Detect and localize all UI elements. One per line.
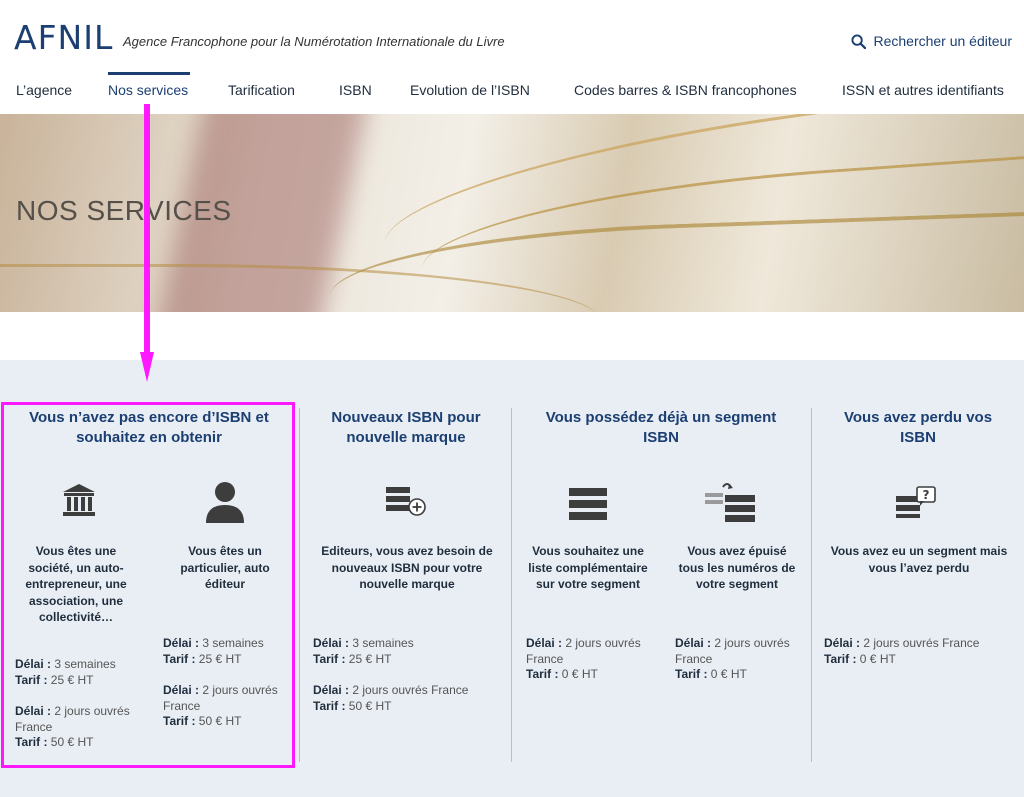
price-value: 0 € HT [561, 667, 598, 681]
price-label: Tarif : [313, 651, 346, 666]
annotation-arrow-icon [140, 104, 154, 382]
service-title-lost-isbn[interactable]: Vous avez perdu vos ISBN [830, 408, 1006, 448]
svg-text:?: ? [923, 488, 930, 502]
delay-value: 2 jours ouvrés France [863, 636, 980, 650]
delay-label: Délai : [526, 636, 563, 650]
annotation-highlight-box [1, 402, 295, 768]
price-value: 0 € HT [710, 667, 747, 681]
service-pricing: Délai : 2 jours ouvrés France Tarif : 0 … [526, 636, 656, 683]
nav-item-codes-barres[interactable]: Codes barres & ISBN francophones [574, 82, 797, 98]
service-pricing: Délai : 3 semaines Tarif : 25 € HT Délai… [313, 636, 493, 714]
price-value: 25 € HT [348, 651, 392, 666]
site-tagline: Agence Francophone pour la Numérotation … [123, 34, 505, 49]
delay-label: Délai : [824, 636, 861, 650]
delay-value: 2 jours ouvrés France [352, 683, 469, 697]
stack-refill-icon [703, 481, 757, 528]
price-label: Tarif : [526, 667, 559, 681]
nav-item-nos-services[interactable]: Nos services [108, 82, 188, 98]
delay-value: 3 semaines [352, 636, 414, 650]
service-description: Vous avez eu un segment mais vous l’avez… [830, 544, 1008, 575]
column-divider [811, 408, 812, 762]
price-label: Tarif : [824, 651, 857, 666]
search-icon [851, 33, 867, 49]
column-divider [511, 408, 512, 762]
nav-item-isbn[interactable]: ISBN [339, 82, 372, 98]
price-label: Tarif : [313, 698, 346, 713]
delay-label: Délai : [313, 636, 350, 650]
stack-icon [569, 488, 607, 525]
stack-add-icon [386, 487, 428, 522]
service-description: Vous avez épuisé tous les numéros de vot… [678, 544, 796, 591]
service-pricing: Délai : 2 jours ouvrés France Tarif : 0 … [675, 636, 805, 683]
stack-question-icon: ? [896, 486, 938, 523]
service-pricing: Délai : 2 jours ouvrés France Tarif : 0 … [824, 636, 1004, 667]
search-publisher-label: Rechercher un éditeur [873, 33, 1012, 49]
price-label: Tarif : [675, 667, 708, 681]
nav-item-issn[interactable]: ISSN et autres identifiants [842, 82, 1004, 98]
nav-item-evolution-isbn[interactable]: Evolution de l’ISBN [410, 82, 530, 98]
service-title-new-brand[interactable]: Nouveaux ISBN pour nouvelle marque [318, 408, 494, 448]
service-description: Vous souhaitez une liste complémentaire … [528, 544, 648, 591]
price-value: 0 € HT [859, 651, 896, 666]
nav-item-agence[interactable]: L’agence [16, 82, 72, 98]
site-header: AFNIL Agence Francophone pour la Numérot… [0, 0, 1024, 72]
search-publisher-link[interactable]: Rechercher un éditeur [851, 33, 1012, 49]
service-title-existing-segment[interactable]: Vous possédez déjà un segment ISBN [532, 408, 790, 448]
nav-item-tarification[interactable]: Tarification [228, 82, 295, 98]
column-divider [299, 408, 300, 762]
site-logo[interactable]: AFNIL [14, 18, 113, 57]
delay-label: Délai : [675, 636, 712, 650]
price-value: 50 € HT [348, 698, 392, 713]
page-title: NOS SERVICES [16, 195, 232, 226]
service-description: Editeurs, vous avez besoin de nouveaux I… [321, 544, 493, 591]
delay-label: Délai : [313, 683, 350, 697]
nav-active-indicator [108, 72, 190, 75]
